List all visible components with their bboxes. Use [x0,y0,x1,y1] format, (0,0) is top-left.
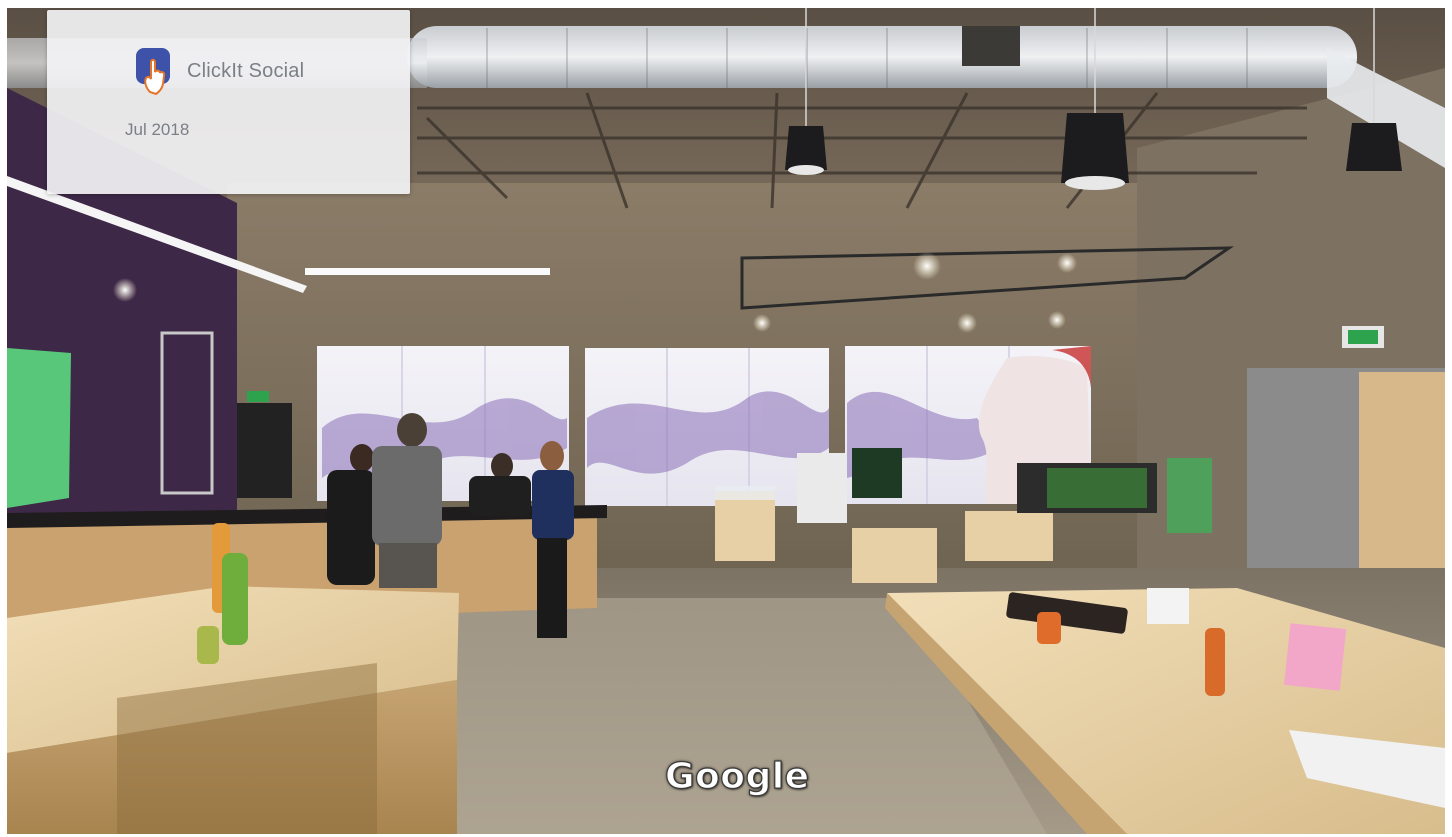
capture-date: Jul 2018 [125,120,190,139]
place-name[interactable]: ClickIt Social [187,60,304,83]
location-info-card[interactable]: ClickIt Social Jul 2018 [47,10,410,194]
hand-pointer-icon [136,48,170,96]
street-view-panorama[interactable]: ClickIt Social Jul 2018 Google [7,8,1445,834]
google-watermark-logo: Google [664,755,810,797]
